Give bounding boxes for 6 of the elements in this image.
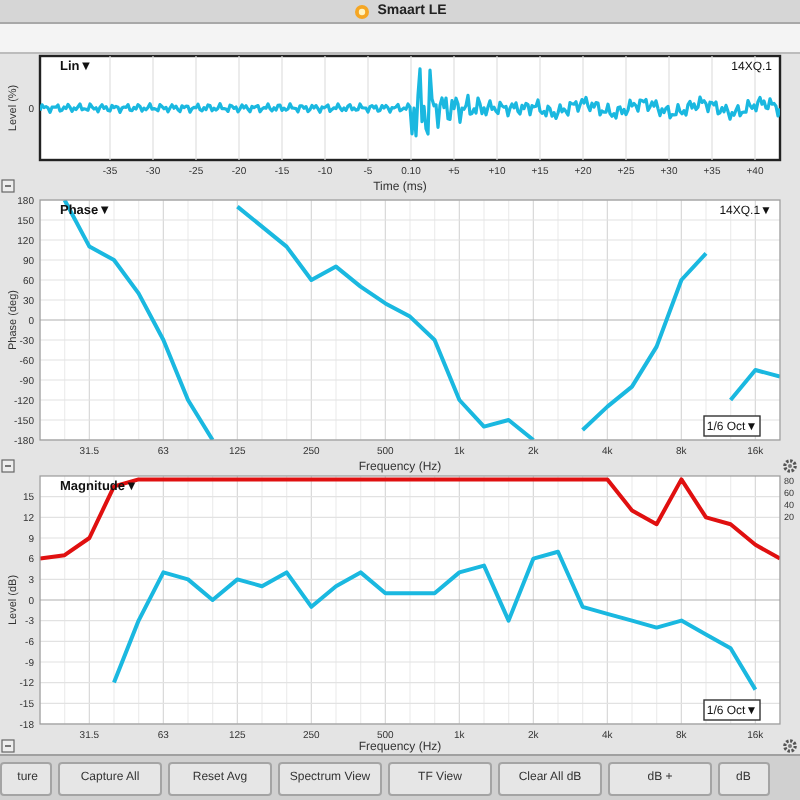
panel-toggle-icon[interactable] bbox=[1, 459, 15, 473]
settings-icon[interactable] bbox=[783, 459, 797, 473]
app-logo-icon bbox=[353, 3, 370, 19]
settings-icon[interactable] bbox=[783, 739, 797, 753]
panel-toggle-icon[interactable] bbox=[1, 179, 15, 193]
panel-toggle-icon[interactable] bbox=[1, 739, 15, 753]
